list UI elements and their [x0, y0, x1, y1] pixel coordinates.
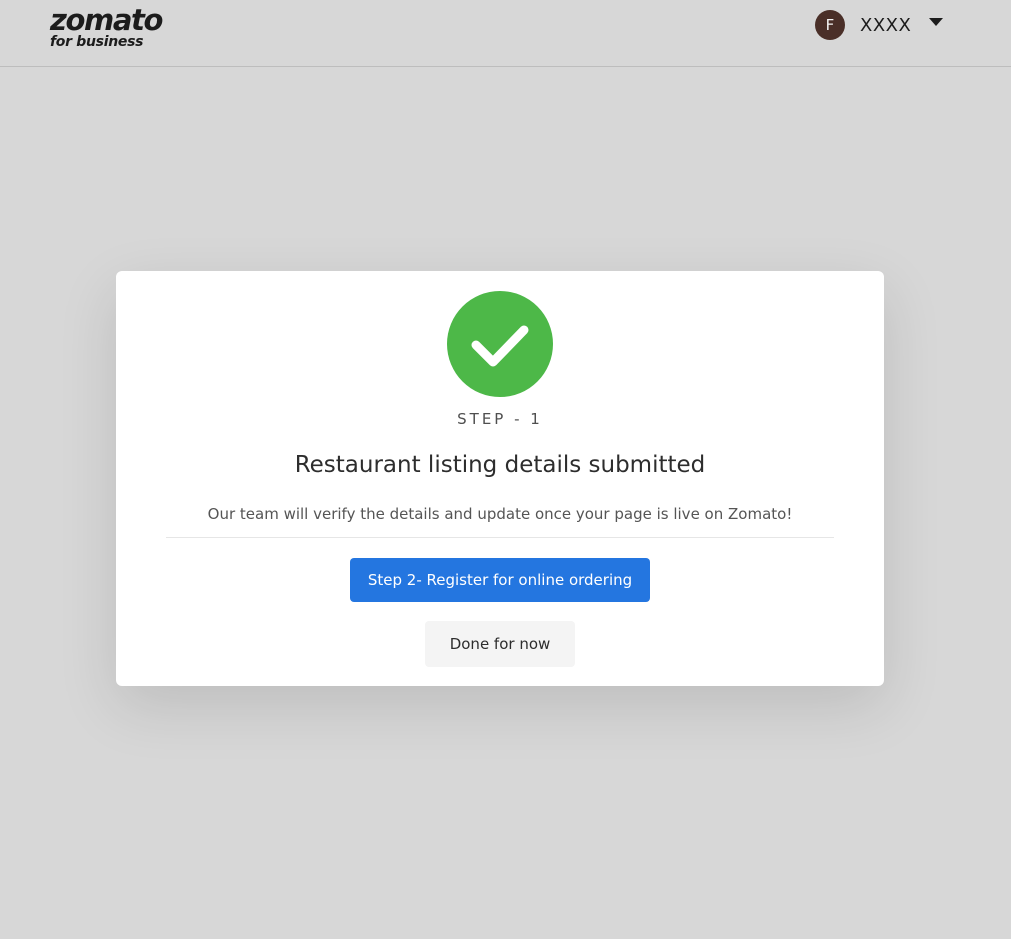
done-for-now-button[interactable]: Done for now: [425, 621, 575, 667]
zomato-logo[interactable]: zomato for business: [50, 3, 163, 50]
avatar-initial: F: [825, 16, 835, 34]
chevron-down-icon[interactable]: [929, 18, 944, 26]
step-label: STEP - 1: [457, 410, 543, 428]
dialog-title: Restaurant listing details submitted: [294, 452, 706, 478]
check-circle-icon: [447, 291, 553, 397]
logo-subtitle: for business: [50, 34, 144, 50]
user-name: XXXX: [860, 14, 912, 36]
divider: [166, 537, 834, 538]
avatar: F: [815, 10, 845, 40]
register-online-ordering-button[interactable]: Step 2- Register for online ordering: [350, 558, 650, 602]
top-bar: zomato for business F XXXX: [0, 0, 1011, 67]
logo-wordmark: zomato: [50, 3, 163, 37]
user-menu[interactable]: F XXXX: [815, 10, 944, 40]
success-dialog: STEP - 1 Restaurant listing details subm…: [116, 271, 884, 686]
dialog-description: Our team will verify the details and upd…: [207, 505, 793, 523]
